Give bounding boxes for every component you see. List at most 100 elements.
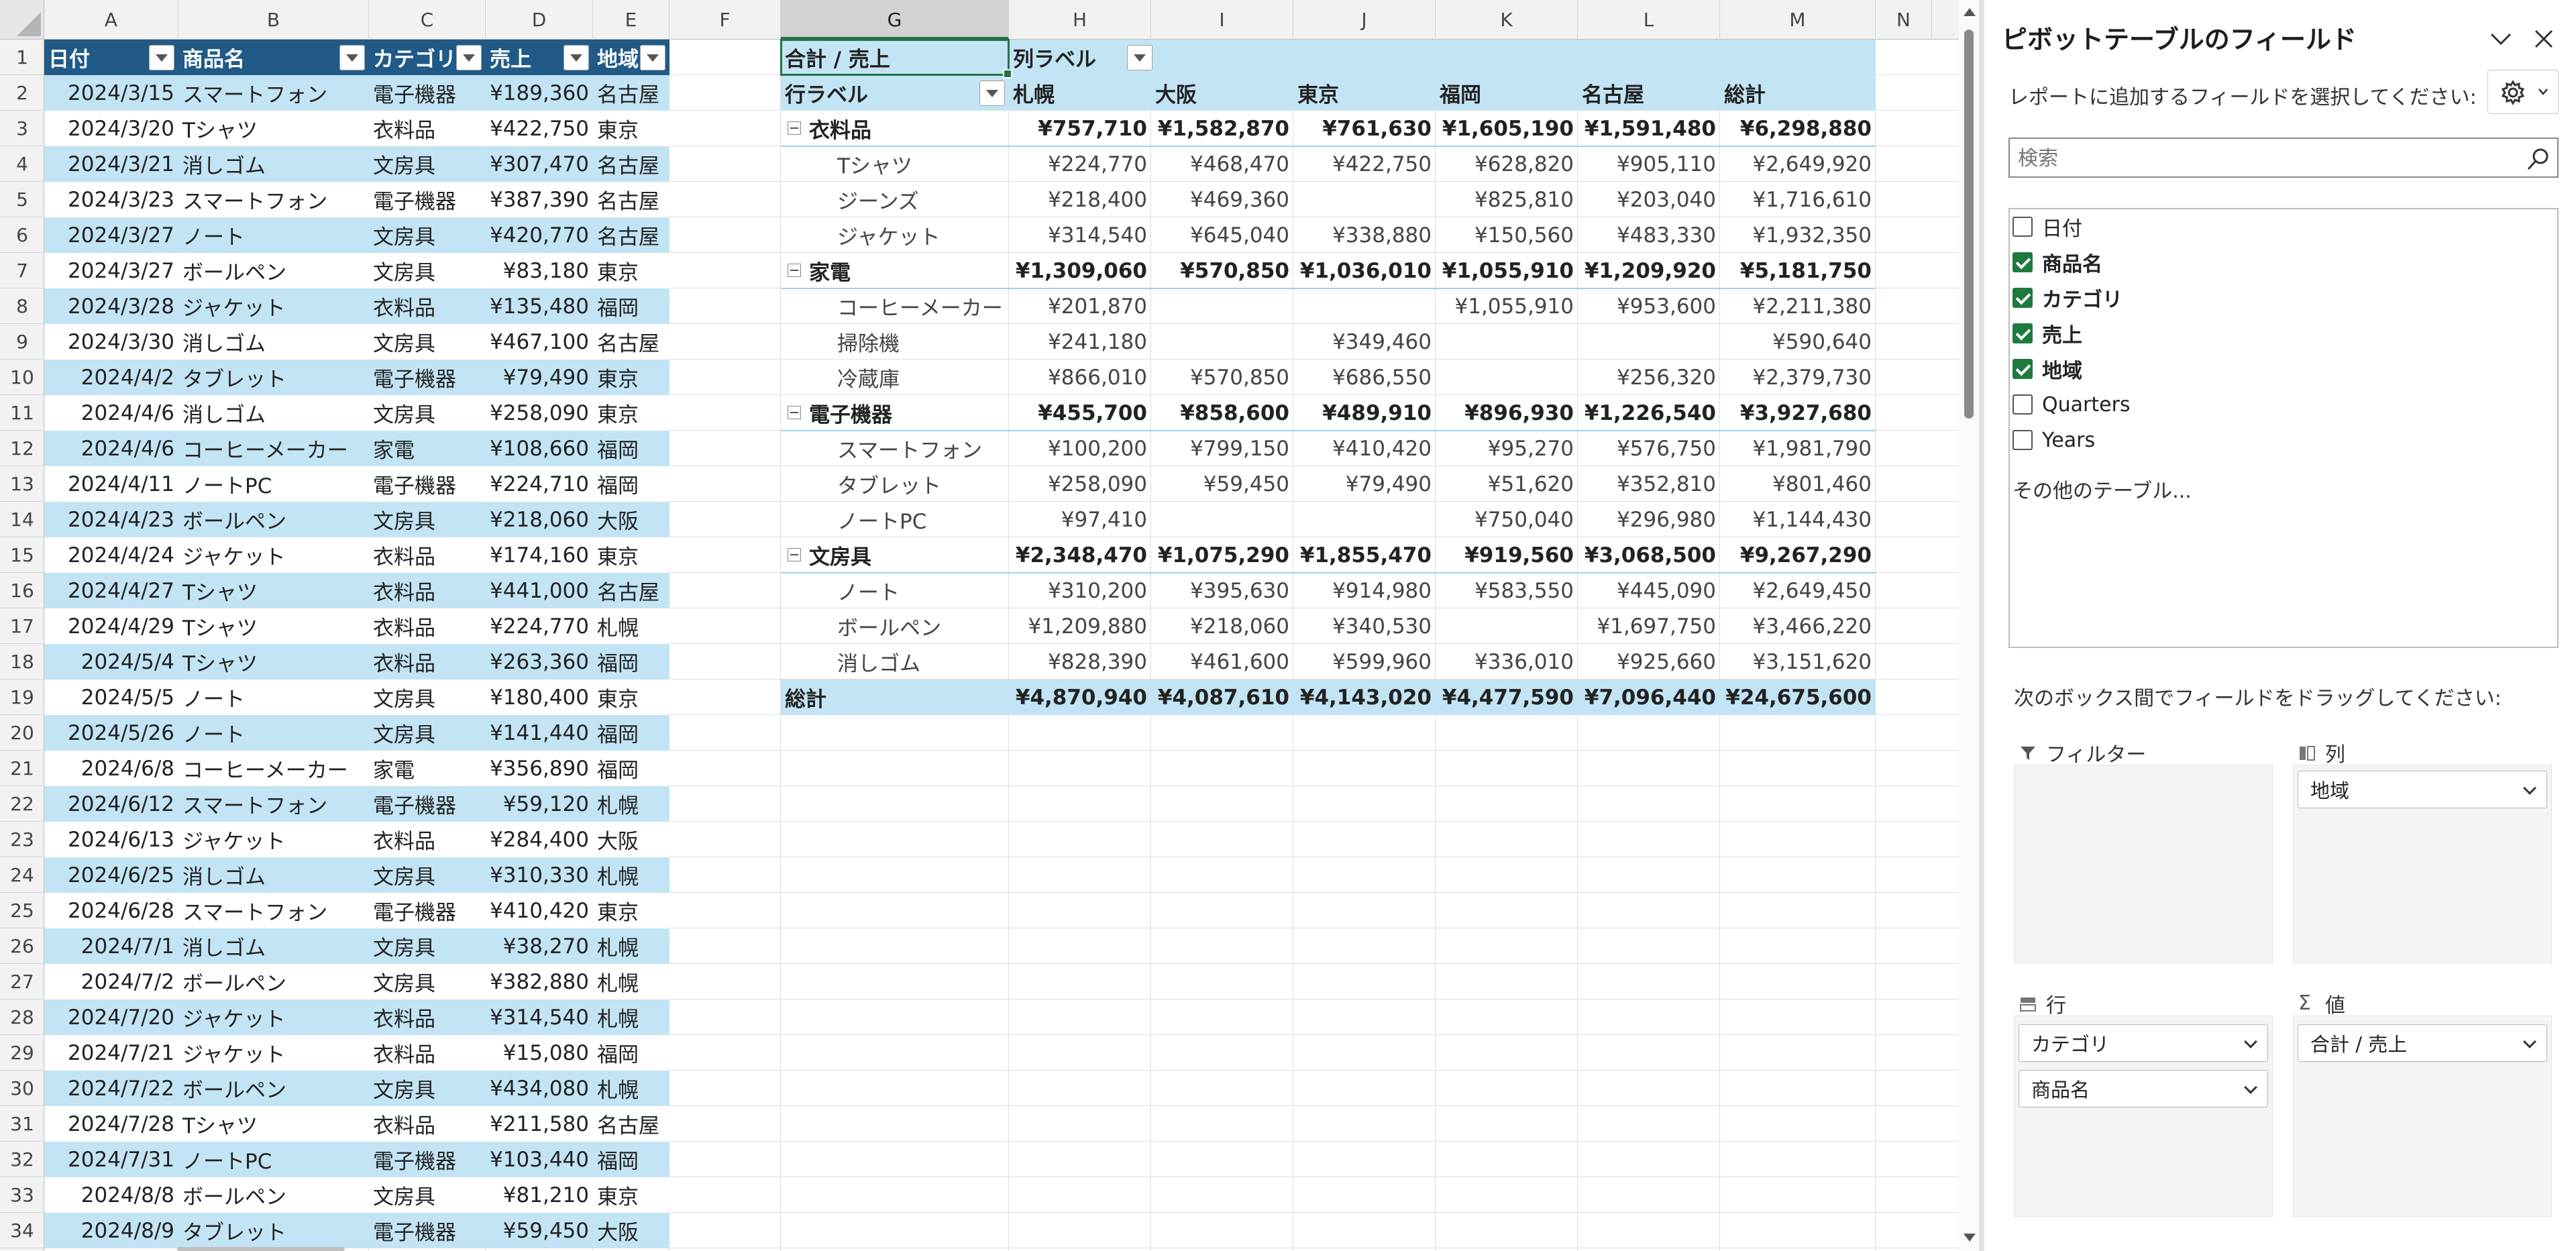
table-cell[interactable]: ¥467,100	[486, 324, 593, 360]
table-cell[interactable]: ¥410,420	[486, 893, 593, 928]
pivot-item-value[interactable]: ¥3,151,620	[1720, 644, 1876, 679]
table-cell[interactable]: 衣料品	[369, 999, 486, 1035]
table-cell[interactable]: 文房具	[369, 857, 486, 893]
row-header[interactable]: 14	[0, 502, 44, 537]
pivot-category-value[interactable]: ¥919,560	[1436, 537, 1578, 573]
scroll-down-arrow-icon[interactable]	[1964, 1234, 1976, 1242]
pivot-item-value[interactable]: ¥469,360	[1151, 182, 1293, 217]
pivot-item-value[interactable]: ¥2,649,450	[1720, 573, 1876, 608]
pivot-item-value[interactable]	[1578, 324, 1720, 360]
table-cell[interactable]: スマートフォン	[178, 786, 369, 822]
pivot-item-value[interactable]: ¥905,110	[1578, 146, 1720, 182]
pane-splitter[interactable]	[1979, 0, 1984, 1251]
pivot-item-value[interactable]: ¥336,010	[1436, 644, 1578, 679]
pivot-item-value[interactable]: ¥59,450	[1151, 466, 1293, 502]
pivot-item-value[interactable]: ¥79,490	[1293, 466, 1436, 502]
table-cell[interactable]: 2024/6/8	[44, 751, 178, 786]
table-cell[interactable]: 福岡	[593, 288, 669, 324]
pivot-item-value[interactable]: ¥1,055,910	[1436, 288, 1578, 324]
pivot-item-value[interactable]: ¥576,750	[1578, 431, 1720, 466]
cell-area[interactable]: 日付 商品名 カテゴリ 売上 地域 2024/3/15 スマートフォン 電子機器 ¥189,36…	[44, 39, 1959, 1251]
pivot-item-value[interactable]: ¥914,980	[1293, 573, 1436, 608]
row-header[interactable]: 6	[0, 217, 44, 253]
row-header[interactable]: 17	[0, 608, 44, 644]
pivot-category-value[interactable]: ¥455,700	[1009, 395, 1151, 431]
table-cell[interactable]: 衣料品	[369, 537, 486, 573]
table-cell[interactable]: 衣料品	[369, 288, 486, 324]
table-cell[interactable]: ノート	[178, 217, 369, 253]
row-header[interactable]: 29	[0, 1035, 44, 1071]
table-cell[interactable]: 電子機器	[369, 75, 486, 111]
table-cell[interactable]: 文房具	[369, 146, 486, 182]
pivot-item-value[interactable]: ¥296,980	[1578, 502, 1720, 537]
table-cell[interactable]: 2024/3/28	[44, 288, 178, 324]
chevron-down-icon[interactable]	[2523, 781, 2536, 795]
pivot-row-label[interactable]: 行ラベル	[781, 75, 1009, 111]
pivot-category-value[interactable]: ¥1,226,540	[1578, 395, 1720, 431]
table-cell[interactable]: ¥180,400	[486, 679, 593, 715]
pivot-region-header[interactable]: 大阪	[1151, 75, 1293, 111]
pivot-item-value[interactable]	[1436, 360, 1578, 395]
row-header[interactable]: 21	[0, 751, 44, 786]
table-cell[interactable]: 名古屋	[593, 146, 669, 182]
table-cell[interactable]: ¥141,440	[486, 715, 593, 751]
pivot-category-value[interactable]: ¥5,181,750	[1720, 253, 1876, 288]
table-cell[interactable]: ¥434,080	[486, 1071, 593, 1106]
vertical-scrollbar[interactable]	[1959, 0, 1979, 1251]
dropdown-arrow-icon[interactable]	[564, 45, 589, 70]
table-cell[interactable]: 2024/4/11	[44, 466, 178, 502]
row-header[interactable]: 23	[0, 822, 44, 857]
table-cell[interactable]: 札幌	[593, 857, 669, 893]
pivot-item-value[interactable]: ¥2,649,920	[1720, 146, 1876, 182]
pivot-item-value[interactable]: ¥461,600	[1151, 644, 1293, 679]
pivot-category-value[interactable]: ¥9,267,290	[1720, 537, 1876, 573]
pivot-item-value[interactable]: ¥256,320	[1578, 360, 1720, 395]
table-cell[interactable]: 消しゴム	[178, 928, 369, 964]
table-cell[interactable]: 福岡	[593, 1142, 669, 1177]
row-header[interactable]: 9	[0, 324, 44, 360]
table-cell[interactable]: 電子機器	[369, 360, 486, 395]
table-cell[interactable]: 福岡	[593, 431, 669, 466]
table-cell[interactable]: ¥387,390	[486, 182, 593, 217]
spreadsheet-grid[interactable]: ABCDEFGHIJKLMN 1 2 3 4 5 6 7 8 9 10 11 12 13 14 15 16 17…	[0, 0, 1959, 1251]
pivot-grand-total-value[interactable]: ¥4,087,610	[1151, 679, 1293, 715]
pivot-item-value[interactable]: ¥445,090	[1578, 573, 1720, 608]
pivot-category-value[interactable]: ¥761,630	[1293, 111, 1436, 146]
pivot-item-value[interactable]: ¥349,460	[1293, 324, 1436, 360]
field-checkbox[interactable]	[2012, 394, 2033, 415]
table-cell[interactable]: 消しゴム	[178, 857, 369, 893]
table-cell[interactable]: ¥422,750	[486, 111, 593, 146]
table-cell[interactable]: タブレット	[178, 360, 369, 395]
row-header[interactable]: 7	[0, 253, 44, 288]
table-cell[interactable]: ¥307,470	[486, 146, 593, 182]
table-cell[interactable]: 文房具	[369, 502, 486, 537]
table-cell[interactable]: スマートフォン	[178, 893, 369, 928]
table-cell[interactable]: 消しゴム	[178, 324, 369, 360]
pivot-category-value[interactable]: ¥489,910	[1293, 395, 1436, 431]
pivot-region-header[interactable]: 総計	[1720, 75, 1876, 111]
pivot-grand-total-value[interactable]: ¥24,675,600	[1720, 679, 1876, 715]
table-cell[interactable]: ¥218,060	[486, 502, 593, 537]
pivot-category-value[interactable]: ¥2,348,470	[1009, 537, 1151, 573]
table-cell[interactable]: 2024/7/20	[44, 999, 178, 1035]
minus-icon[interactable]	[788, 264, 801, 277]
pivot-category-value[interactable]: ¥1,605,190	[1436, 111, 1578, 146]
table-cell[interactable]: 電子機器	[369, 466, 486, 502]
table-cell[interactable]: 札幌	[593, 928, 669, 964]
pivot-item-value[interactable]	[1151, 502, 1293, 537]
pivot-item-value[interactable]: ¥218,400	[1009, 182, 1151, 217]
table-cell[interactable]: ¥108,660	[486, 431, 593, 466]
row-header[interactable]: 19	[0, 679, 44, 715]
pivot-item-value[interactable]	[1436, 324, 1578, 360]
row-header[interactable]: 2	[0, 75, 44, 111]
row-header[interactable]: 3	[0, 111, 44, 146]
table-cell[interactable]: 2024/6/13	[44, 822, 178, 857]
table-cell[interactable]: 東京	[593, 537, 669, 573]
pivot-category-value[interactable]: ¥1,855,470	[1293, 537, 1436, 573]
pivot-item-value[interactable]: ¥51,620	[1436, 466, 1578, 502]
table-cell[interactable]: 札幌	[593, 608, 669, 644]
scroll-thumb[interactable]	[1964, 30, 1974, 419]
table-cell[interactable]: 文房具	[369, 253, 486, 288]
pivot-item-value[interactable]: ¥590,640	[1720, 324, 1876, 360]
pivot-item-row[interactable]: 消しゴム	[781, 644, 1009, 679]
